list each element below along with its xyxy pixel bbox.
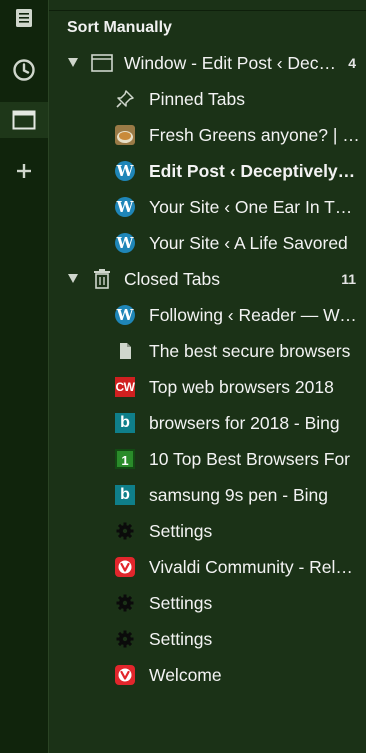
tab-label: Settings — [149, 592, 213, 613]
pin-icon — [116, 90, 134, 108]
panel-rail — [0, 0, 49, 753]
window-icon — [91, 54, 113, 72]
tab-row[interactable]: CW Top web browsers 2018 — [49, 369, 366, 405]
page-icon — [120, 343, 131, 359]
tab-row[interactable]: Settings — [49, 585, 366, 621]
gear-icon — [116, 630, 134, 648]
tab-label: Fresh Greens anyone? | Recipes — [149, 124, 360, 145]
tab-row[interactable]: W Edit Post ‹ Deceptively Simple — WordP… — [49, 153, 366, 189]
food-favicon — [115, 125, 135, 145]
tab-row[interactable]: Vivaldi Community - Release — [49, 549, 366, 585]
closed-tabs-group-row[interactable]: Closed Tabs 11 — [49, 261, 366, 297]
tab-label: samsung 9s pen - Bing — [149, 484, 328, 505]
cw-favicon: CW — [115, 377, 135, 397]
add-icon — [17, 164, 31, 178]
add-panel-button[interactable] — [0, 153, 48, 189]
tab-label: Vivaldi Community - Release — [149, 556, 360, 577]
vivaldi-favicon — [115, 665, 135, 685]
tab-count-badge: 11 — [341, 271, 356, 287]
group-label: Closed Tabs — [124, 268, 220, 289]
trash-icon — [94, 269, 110, 289]
group-label: Window - Edit Post ‹ Deceptively Simple … — [124, 52, 336, 73]
notes-icon — [16, 9, 32, 27]
wordpress-favicon: W — [115, 161, 135, 181]
tab-label: Welcome — [149, 664, 222, 685]
tab-row[interactable]: W Your Site ‹ One Ear In The Clouds — [49, 189, 366, 225]
wordpress-favicon: W — [115, 305, 135, 325]
expand-toggle-icon[interactable] — [68, 58, 78, 67]
ten-favicon: 1 — [115, 449, 135, 469]
tab-label: Settings — [149, 628, 213, 649]
tab-label: Settings — [149, 520, 213, 541]
window-panel: Sort Manually Window - Edit Post ‹ Decep… — [49, 0, 366, 753]
tab-label: The best secure browsers — [149, 340, 351, 361]
tab-row[interactable]: Welcome — [49, 657, 366, 693]
bing-favicon: b — [115, 485, 135, 505]
tab-row[interactable]: Pinned Tabs — [49, 81, 366, 117]
tab-row[interactable]: W Your Site ‹ A Life Savored — [49, 225, 366, 261]
vivaldi-favicon — [115, 557, 135, 577]
history-button[interactable] — [0, 52, 48, 88]
window-panel-button[interactable] — [0, 102, 48, 138]
tab-row[interactable]: 1 10 Top Best Browsers For — [49, 441, 366, 477]
sort-label: Sort Manually — [67, 19, 172, 36]
expand-toggle-icon[interactable] — [68, 274, 78, 283]
wordpress-favicon: W — [115, 197, 135, 217]
tab-label: Following ‹ Reader — WordPress.com — [149, 304, 360, 325]
tab-label: browsers for 2018 - Bing — [149, 412, 340, 433]
tab-label: 10 Top Best Browsers For — [149, 448, 351, 469]
history-icon — [13, 59, 35, 81]
wordpress-favicon: W — [115, 233, 135, 253]
tab-count-badge: 4 — [348, 55, 356, 71]
tab-label: Your Site ‹ One Ear In The Clouds — [149, 196, 360, 217]
notes-button[interactable] — [0, 0, 48, 36]
tab-row[interactable]: b samsung 9s pen - Bing — [49, 477, 366, 513]
gear-icon — [116, 522, 134, 540]
tab-row[interactable]: Fresh Greens anyone? | Recipes — [49, 117, 366, 153]
tab-row[interactable]: W Following ‹ Reader — WordPress.com — [49, 297, 366, 333]
gear-icon — [116, 594, 134, 612]
tab-row[interactable]: The best secure browsers — [49, 333, 366, 369]
sort-order-selector[interactable]: Sort Manually — [49, 10, 366, 45]
tab-row[interactable]: Settings — [49, 513, 366, 549]
tab-label: Edit Post ‹ Deceptively Simple — WordPre… — [149, 160, 360, 181]
tab-label: Pinned Tabs — [149, 88, 246, 109]
tab-row[interactable]: b browsers for 2018 - Bing — [49, 405, 366, 441]
tab-row[interactable]: Settings — [49, 621, 366, 657]
tab-label: Your Site ‹ A Life Savored — [149, 232, 348, 253]
bing-favicon: b — [115, 413, 135, 433]
tab-label: Top web browsers 2018 — [149, 376, 334, 397]
window-group-row[interactable]: Window - Edit Post ‹ Deceptively Simple … — [49, 45, 366, 81]
window-icon — [12, 110, 36, 130]
